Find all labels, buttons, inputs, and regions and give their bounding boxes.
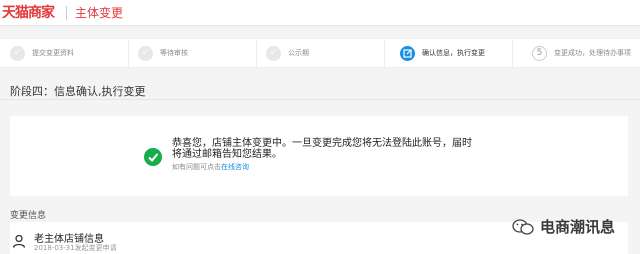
check-icon: ✓ — [138, 46, 153, 61]
step-3: ✓ 公示期 — [256, 39, 384, 69]
check-icon: ✓ — [266, 46, 281, 61]
step-1: ✓ 提交变更资料 — [0, 39, 128, 69]
step-label: 提交变更资料 — [32, 49, 74, 57]
edit-icon — [400, 46, 415, 61]
result-message: 恭喜您，店铺主体变更中。一旦变更完成您将无法登陆此账号，届时将通过邮箱告知您结果… — [172, 138, 472, 160]
step-2: ✓ 等待审核 — [128, 39, 256, 69]
step-divider — [384, 39, 385, 69]
section-title: 变更信息 — [10, 211, 47, 221]
success-check-icon — [144, 148, 162, 166]
user-icon — [12, 233, 26, 248]
page-title: 主体变更 — [75, 6, 124, 20]
progress-steps: ✓ 提交变更资料 ✓ 等待审核 ✓ 公示期 确认信息，执行变更 5 变更成功，处… — [0, 38, 640, 69]
divider — [0, 99, 640, 100]
info-date: 2018-03-31发起变更申请 — [34, 244, 117, 252]
watermark-text: 电商潮讯息 — [540, 218, 616, 236]
check-icon: ✓ — [10, 46, 25, 61]
help-prefix: 如有问题可点击 — [172, 163, 221, 171]
wechat-icon — [512, 218, 534, 236]
header-divider — [66, 6, 67, 20]
step-label: 变更成功，处理待办事项 — [554, 49, 631, 57]
step-4: 确认信息，执行变更 — [390, 39, 518, 69]
online-consult-link[interactable]: 在线咨询 — [221, 163, 249, 171]
step-5: 5 变更成功，处理待办事项 — [522, 39, 640, 69]
step-label: 确认信息，执行变更 — [422, 49, 485, 57]
step-number: 5 — [532, 46, 547, 61]
tmall-logo[interactable]: 天猫商家 — [2, 2, 55, 22]
top-header: 天猫商家 主体变更 — [0, 0, 640, 26]
step-label: 公示期 — [288, 49, 309, 57]
stage-title: 阶段四：信息确认,执行变更 — [10, 85, 146, 98]
step-label: 等待审核 — [160, 49, 188, 57]
help-text: 如有问题可点击在线咨询 — [172, 162, 249, 172]
step-divider — [512, 39, 513, 69]
